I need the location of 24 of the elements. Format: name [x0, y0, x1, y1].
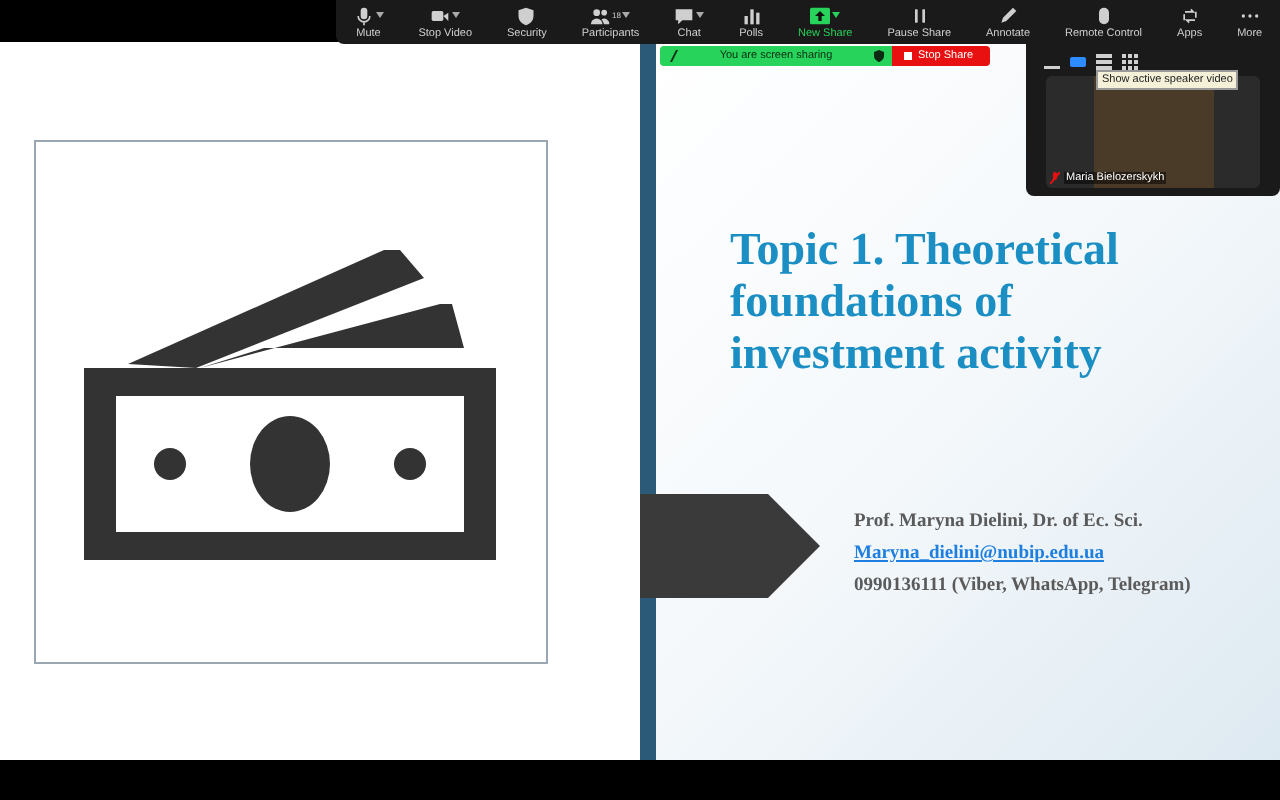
shield-icon	[874, 50, 884, 62]
caret-icon[interactable]	[696, 12, 705, 18]
author-text: Prof. Maryna Dielini, Dr. of Ec. Sci.	[854, 512, 1145, 532]
chat-icon	[674, 5, 695, 25]
caret-icon[interactable]	[375, 12, 384, 18]
phone-text: 0990136111 (Viber, WhatsApp, Telegram)	[854, 576, 1193, 596]
pen-icon	[998, 5, 1019, 25]
camera-icon	[430, 5, 451, 25]
caret-icon[interactable]	[452, 12, 461, 18]
share-icon	[810, 5, 831, 25]
caret-icon[interactable]	[832, 12, 841, 18]
mic-icon	[353, 5, 374, 25]
caret-icon[interactable]	[622, 12, 631, 18]
people-icon	[590, 5, 611, 25]
speaker-view-icon[interactable]	[1068, 52, 1088, 72]
gallery-view-icon[interactable]	[1120, 52, 1140, 72]
pause-icon	[909, 5, 930, 25]
apps-icon	[1179, 5, 1200, 25]
email-link[interactable]: Maryna_dielini@nubip.edu.ua	[854, 544, 1280, 564]
strip-view-icon[interactable]	[1094, 52, 1114, 72]
slide-title: Topic 1. Theoretical foundations of investment activity	[730, 224, 1121, 380]
polls-icon	[741, 5, 762, 25]
mouse-icon	[1093, 5, 1114, 25]
shield-icon	[516, 5, 537, 25]
